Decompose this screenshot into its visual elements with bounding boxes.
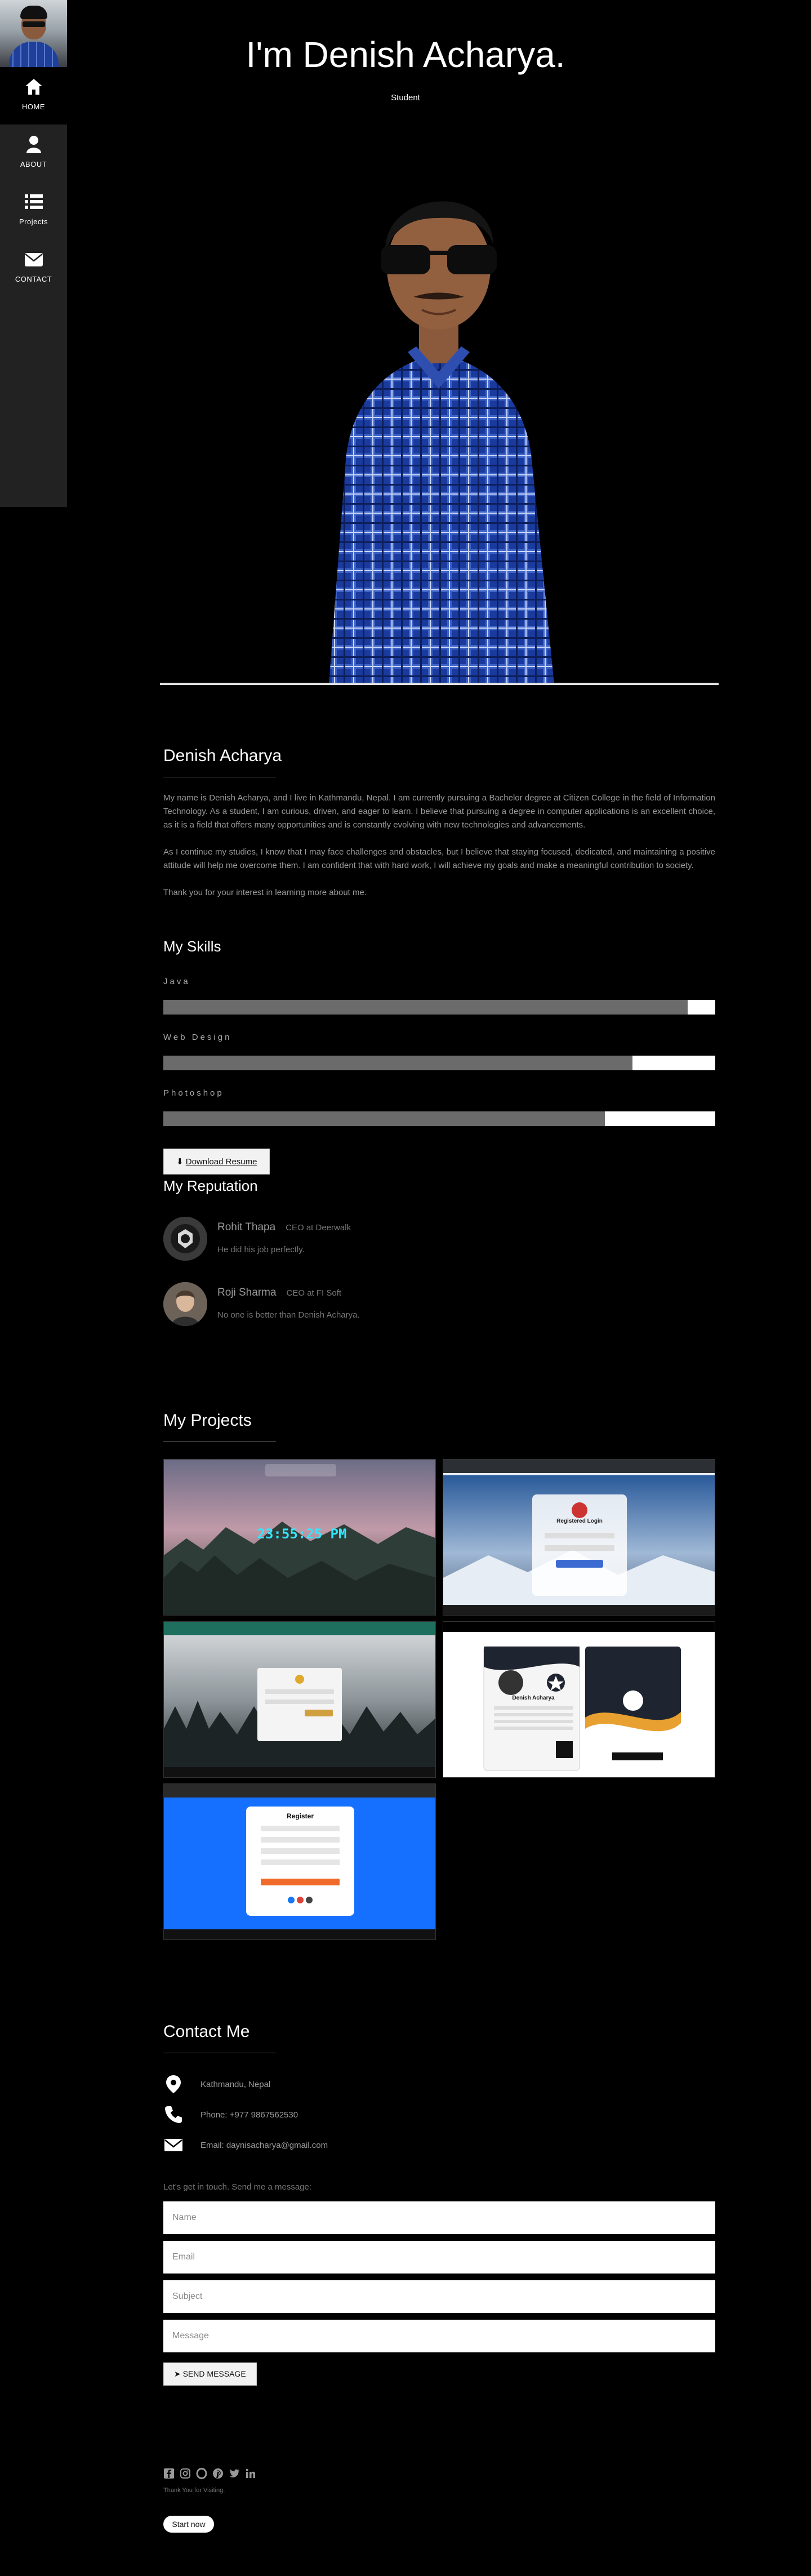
- testimonial-quote: No one is better than Denish Acharya.: [217, 1310, 360, 1320]
- name-field[interactable]: [163, 2201, 715, 2234]
- project-caption: Register: [286, 1812, 314, 1820]
- sidebar-item-label: Projects: [19, 217, 48, 226]
- project-card-register-form[interactable]: Register: [163, 1783, 436, 1940]
- skill-bar: [163, 1000, 715, 1015]
- sidebar-item-label: ABOUT: [20, 160, 47, 168]
- project-caption: Registered Login: [556, 1518, 603, 1524]
- testimonial-avatar: [163, 1282, 207, 1326]
- envelope-icon: [24, 253, 43, 266]
- instagram-icon[interactable]: [180, 2468, 191, 2479]
- paper-plane-icon: ➤: [174, 2369, 181, 2378]
- download-resume-button[interactable]: ⬇ Download Resume: [163, 1149, 270, 1174]
- sidebar-item-contact[interactable]: CONTACT: [0, 239, 67, 297]
- skill-label: Java: [163, 977, 190, 986]
- testimonial-name-line: Rohit Thapa CEO at Deerwalk: [217, 1221, 351, 1234]
- pinterest-icon[interactable]: [212, 2468, 224, 2479]
- footer-thanks: Thank You for Visiting.: [163, 2486, 225, 2494]
- skill-item: Photoshop: [163, 1088, 715, 1126]
- skill-bar-fill: [163, 1000, 688, 1015]
- project-caption: 23:55:25 PM: [257, 1526, 347, 1542]
- skills-title: My Skills: [163, 938, 221, 955]
- contact-address-text: Kathmandu, Nepal: [200, 2080, 271, 2089]
- skill-label: Web Design: [163, 1033, 232, 1042]
- testimonial: Rohit Thapa CEO at Deerwalk He did his jo…: [163, 1217, 715, 1267]
- about-paragraph: Thank you for your interest in learning …: [163, 888, 367, 897]
- testimonial-quote: He did his job perfectly.: [217, 1245, 305, 1254]
- email-field[interactable]: [163, 2241, 715, 2274]
- map-marker-icon: [166, 2075, 181, 2093]
- skill-bar: [163, 1056, 715, 1070]
- project-card-id-card[interactable]: Denish Acharya: [443, 1621, 715, 1778]
- skill-bar-fill: [163, 1056, 632, 1070]
- start-now-button[interactable]: Start now: [163, 2516, 214, 2533]
- list-icon: [24, 194, 43, 209]
- contact-phone-text: Phone: +977 9867562530: [200, 2110, 298, 2120]
- about-paragraph: As I continue my studies, I know that I …: [163, 847, 715, 870]
- social-icons: [163, 2467, 715, 2479]
- testimonial: Roji Sharma CEO at FI Soft No one is bett…: [163, 1282, 715, 1333]
- download-icon: ⬇: [176, 1157, 184, 1167]
- project-card-weather-clock[interactable]: 23:55:25 PM: [163, 1459, 436, 1616]
- message-field[interactable]: [163, 2320, 715, 2352]
- send-message-label: SEND MESSAGE: [182, 2369, 246, 2378]
- testimonial-name: Roji Sharma: [217, 1287, 277, 1298]
- skills-section: My Skills Java Web Design Photoshop ⬇ Do…: [163, 938, 715, 1174]
- footer: Thank You for Visiting. Start now: [163, 2467, 715, 2541]
- testimonial-role: CEO at FI Soft: [286, 1288, 342, 1298]
- subject-field[interactable]: [163, 2280, 715, 2313]
- twitter-icon[interactable]: [229, 2468, 240, 2479]
- facebook-icon[interactable]: [163, 2468, 175, 2479]
- about-name: Denish Acharya: [163, 746, 282, 765]
- opera-icon[interactable]: [196, 2467, 207, 2479]
- contact-phone: Phone: +977 9867562530: [163, 2103, 501, 2126]
- sidebar: HOME ABOUT Projects CONTACT: [0, 0, 67, 507]
- hero-divider: [160, 683, 719, 685]
- send-message-button[interactable]: ➤ SEND MESSAGE: [163, 2363, 257, 2386]
- contact-email-text: Email: daynisacharya@gmail.com: [200, 2141, 328, 2150]
- linkedin-icon[interactable]: [245, 2468, 256, 2479]
- testimonial-name: Rohit Thapa: [217, 1221, 276, 1233]
- hero-title: I'm Denish Acharya.: [246, 34, 565, 75]
- download-resume-label: Download Resume: [185, 1157, 257, 1167]
- testimonial-name-line: Roji Sharma CEO at FI Soft: [217, 1287, 341, 1299]
- sidebar-item-projects[interactable]: Projects: [0, 182, 67, 239]
- skill-item: Java: [163, 977, 715, 1015]
- sidebar-item-label: HOME: [22, 103, 45, 111]
- contact-address: Kathmandu, Nepal: [163, 2073, 501, 2095]
- skill-bar-fill: [163, 1111, 605, 1126]
- user-icon: [26, 136, 41, 153]
- hero-subtitle: Student: [391, 93, 420, 103]
- testimonial-role: CEO at Deerwalk: [286, 1223, 351, 1233]
- skill-bar: [163, 1111, 715, 1126]
- skill-item: Web Design: [163, 1033, 715, 1070]
- phone-icon: [165, 2106, 182, 2123]
- contact-intro: Let's get in touch. Send me a message:: [163, 2182, 312, 2192]
- project-card-registration-login[interactable]: Registered Login: [443, 1459, 715, 1616]
- hero-portrait-image: [329, 201, 554, 684]
- reputation-title: My Reputation: [163, 1177, 258, 1194]
- envelope-icon: [164, 2139, 182, 2151]
- testimonial-avatar: [163, 1217, 207, 1261]
- sidebar-item-label: CONTACT: [15, 275, 52, 283]
- sidebar-item-about[interactable]: ABOUT: [0, 124, 67, 182]
- about-paragraph: My name is Denish Acharya, and I live in…: [163, 793, 715, 830]
- project-card-forest-login[interactable]: [163, 1621, 436, 1778]
- contact-section: Contact Me Kathmandu, Nepal Phone: +977 …: [163, 2022, 715, 2394]
- skill-label: Photoshop: [163, 1088, 224, 1098]
- project-caption: Denish Acharya: [512, 1695, 555, 1701]
- projects-title: My Projects: [163, 1411, 252, 1430]
- contact-title: Contact Me: [163, 2022, 250, 2041]
- about-section: Denish Acharya My name is Denish Acharya…: [163, 746, 715, 900]
- projects-section: My Projects 23:55:25 PM Registered Login: [163, 1411, 715, 1946]
- reputation-section: My Reputation Rohit Thapa CEO at Deerwalk…: [163, 1177, 715, 1335]
- contact-email: Email: daynisacharya@gmail.com: [163, 2134, 501, 2156]
